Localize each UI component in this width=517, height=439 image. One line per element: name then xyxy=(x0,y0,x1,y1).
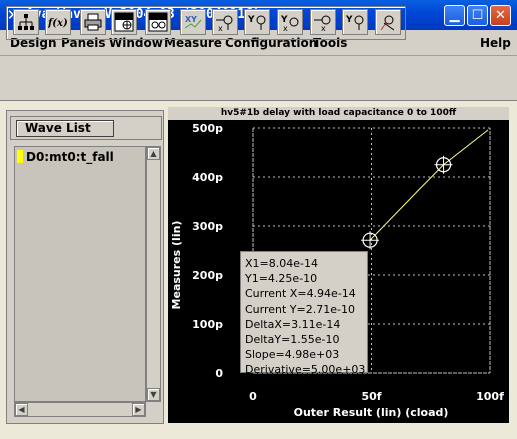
svg-text:XY: XY xyxy=(185,15,197,24)
x-tick-label: 0 xyxy=(249,390,257,403)
readout-y1: Y1=4.25e-10 xyxy=(245,272,318,286)
add-panel-icon xyxy=(114,12,134,32)
wave-color-swatch xyxy=(17,150,23,163)
close-icon: ✕ xyxy=(495,8,506,23)
y-tick-label: 500p xyxy=(192,122,223,135)
measure-delta-y-icon: Y xyxy=(345,15,364,30)
y-tick-label: 0 xyxy=(215,367,223,380)
minimize-button[interactable]: ▁ xyxy=(444,5,465,26)
plot-title: hv5#1b delay with load capacitance 0 to … xyxy=(220,108,457,118)
list-item[interactable]: D0:mt0:t_fall xyxy=(26,150,114,164)
measure-x-icon: x xyxy=(216,15,233,32)
x-axis-label: Outer Result (lin) (cload) xyxy=(294,406,449,419)
close-button[interactable]: ✕ xyxy=(490,5,511,26)
maximize-button[interactable]: ☐ xyxy=(467,5,488,26)
readout-current-x: Current X=4.94e-14 xyxy=(245,287,356,301)
add-panel-button[interactable] xyxy=(111,9,137,35)
readout-delta-y: DeltaY=1.55e-10 xyxy=(245,333,340,347)
measure-y-icon: Y xyxy=(247,15,266,30)
y-tick-label: 200p xyxy=(192,269,223,282)
scroll-down-icon[interactable]: ▼ xyxy=(147,388,160,401)
measure-delta-x-button[interactable]: x xyxy=(310,9,336,35)
function-button[interactable]: f(x) xyxy=(45,9,71,35)
measure-slope-icon: Yx xyxy=(280,15,299,32)
add-panels-icon xyxy=(148,12,168,32)
wave-list[interactable] xyxy=(14,146,146,402)
measure-point-button[interactable] xyxy=(375,9,401,35)
scroll-right-icon[interactable]: ▶ xyxy=(132,403,145,416)
y-tick-label: 100p xyxy=(192,318,223,331)
hierarchy-icon xyxy=(18,14,34,30)
y-axis-label: Measures (lin) xyxy=(170,221,183,310)
measure-y-button[interactable]: Y xyxy=(244,9,270,35)
xy-button[interactable]: XY xyxy=(180,9,206,35)
x-tick-label: 100f xyxy=(476,390,504,403)
measure-delta-x-icon: x xyxy=(314,15,331,32)
y-tick-label: 400p xyxy=(192,171,223,184)
svg-text:x: x xyxy=(218,24,223,32)
wave-list-button[interactable]: Wave List xyxy=(16,120,114,137)
maximize-icon: ☐ xyxy=(471,8,484,23)
x-tick-labels: 0 50f 100f xyxy=(249,390,504,403)
svg-text:x: x xyxy=(321,24,326,32)
readout-slope: Slope=4.98e+03 xyxy=(245,348,340,362)
readout-current-y: Current Y=2.71e-10 xyxy=(245,302,355,316)
scroll-left-icon[interactable]: ◀ xyxy=(15,403,28,416)
add-panels-button[interactable] xyxy=(145,9,171,35)
print-button[interactable] xyxy=(80,9,106,35)
y-tick-label: 300p xyxy=(192,220,223,233)
measure-x-button[interactable]: x xyxy=(212,9,238,35)
readout-derivative: Derivative=5.00e+03 xyxy=(245,363,366,377)
toolbar xyxy=(0,56,517,101)
readout-delta-x: DeltaX=3.11e-14 xyxy=(245,317,341,331)
menu-help[interactable]: Help xyxy=(480,36,511,50)
series-line[interactable] xyxy=(369,129,489,241)
print-icon xyxy=(84,13,102,31)
y-tick-labels: 0 100p 200p 300p 400p 500p xyxy=(192,122,223,380)
minimize-icon: ▁ xyxy=(449,8,460,23)
svg-text:Y: Y xyxy=(247,15,255,25)
measure-delta-y-button[interactable]: Y xyxy=(342,9,368,35)
measure-slope-button[interactable]: Yx xyxy=(277,9,303,35)
vertical-scrollbar[interactable]: ▲ ▼ xyxy=(146,146,161,402)
x-tick-label: 50f xyxy=(361,390,381,403)
measure-point-icon xyxy=(380,15,395,31)
readout-x1: X1=8.04e-14 xyxy=(245,257,318,270)
scroll-up-icon[interactable]: ▲ xyxy=(147,147,160,160)
function-fx-icon: f(x) xyxy=(48,18,68,29)
horizontal-scrollbar[interactable]: ◀ ▶ xyxy=(14,402,146,417)
hierarchy-button[interactable] xyxy=(13,9,39,35)
svg-text:Y: Y xyxy=(345,15,353,25)
cursor-readout: X1=8.04e-14 Y1=4.25e-10 Current X=4.94e-… xyxy=(240,251,368,376)
svg-text:x: x xyxy=(283,24,288,32)
xy-icon: XY xyxy=(184,15,202,29)
svg-text:f(x): f(x) xyxy=(48,18,68,29)
